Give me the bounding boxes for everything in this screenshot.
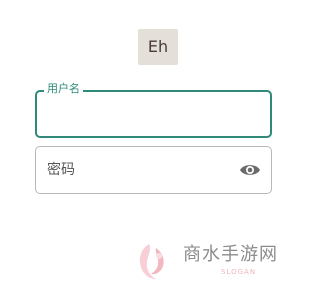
eye-icon[interactable] [239, 160, 261, 180]
watermark-brand: 商水手游网 [183, 244, 278, 265]
brand-logo-icon [135, 240, 175, 284]
username-field[interactable] [35, 90, 272, 138]
site-watermark: 商水手游网 SLOGAN [135, 240, 295, 284]
app-logo: Eh [138, 29, 178, 65]
watermark-sub: SLOGAN [221, 268, 257, 276]
password-placeholder: 密码 [47, 162, 75, 178]
username-label: 用户名 [44, 82, 83, 96]
